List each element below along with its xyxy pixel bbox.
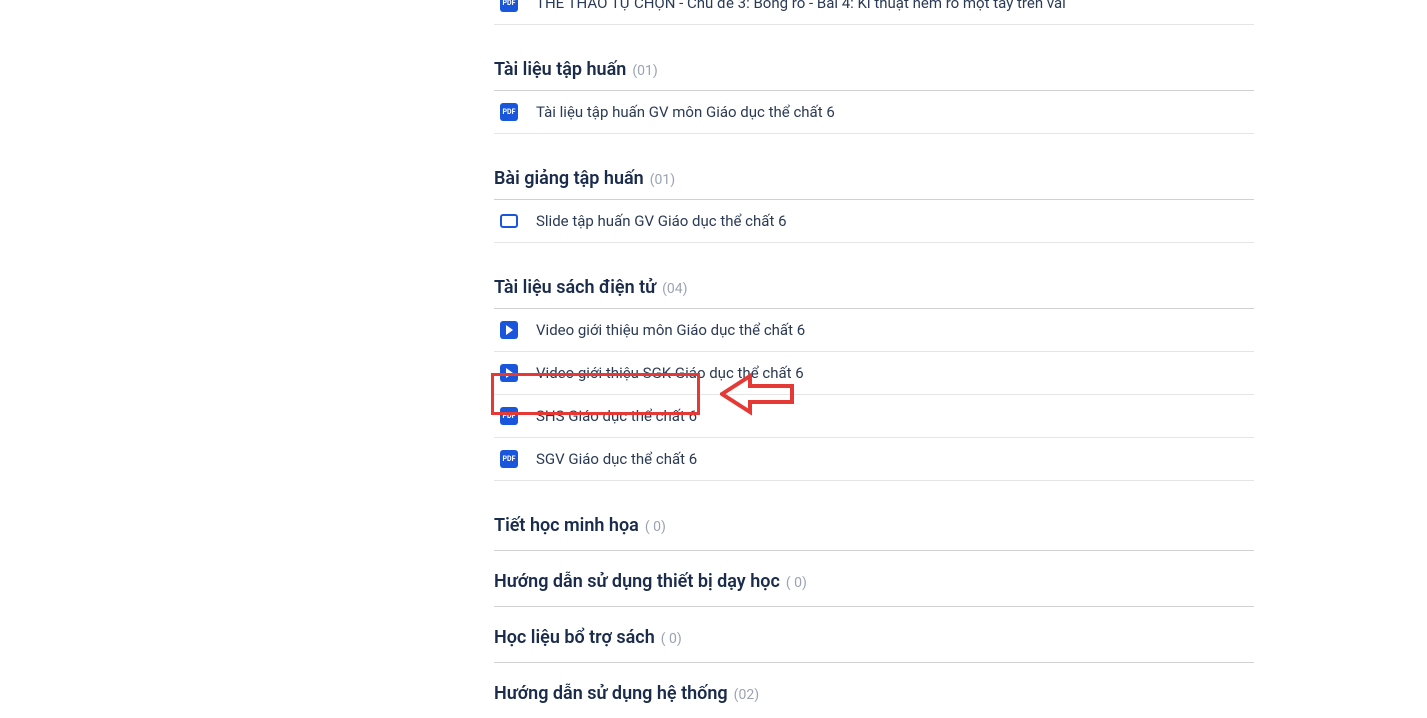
- pdf-icon: PDF: [500, 450, 518, 468]
- item-label: SGV Giáo dục thể chất 6: [536, 450, 697, 468]
- list-item[interactable]: Video giới thiệu SGK Giáo dục thể chất 6: [494, 352, 1254, 395]
- pdf-icon: PDF: [500, 103, 518, 121]
- section-count: ( 0): [786, 575, 807, 591]
- section-header: Tiết học minh họa ( 0): [494, 481, 1254, 551]
- content-area: PDF THỂ THAO TỰ CHỌN - Chủ đề 3: Bóng rổ…: [494, 0, 1254, 718]
- section-header: Học liệu bổ trợ sách ( 0): [494, 607, 1254, 663]
- item-label: SHS Giáo dục thể chất 6: [536, 407, 697, 425]
- section-header: Bài giảng tập huấn (01): [494, 134, 1254, 200]
- section-title: Hướng dẫn sử dụng hệ thống: [494, 683, 728, 704]
- section-count: ( 0): [645, 519, 666, 535]
- section-count: ( 0): [661, 631, 682, 647]
- section-count: (02): [734, 687, 759, 703]
- section-title: Tài liệu tập huấn: [494, 59, 626, 80]
- section-count: (04): [662, 281, 687, 297]
- list-item-highlighted[interactable]: PDF SHS Giáo dục thể chất 6: [494, 395, 1254, 438]
- section-header: Hướng dẫn sử dụng thiết bị dạy học ( 0): [494, 551, 1254, 607]
- section-title: Bài giảng tập huấn: [494, 168, 644, 189]
- item-label: Video giới thiệu SGK Giáo dục thể chất 6: [536, 364, 804, 382]
- section-title: Tiết học minh họa: [494, 515, 639, 536]
- pdf-icon: PDF: [500, 407, 518, 425]
- section-header: Tài liệu tập huấn (01): [494, 25, 1254, 91]
- item-label: Video giới thiệu môn Giáo dục thể chất 6: [536, 321, 805, 339]
- item-label: THỂ THAO TỰ CHỌN - Chủ đề 3: Bóng rổ - B…: [536, 0, 1066, 12]
- pdf-icon: PDF: [500, 0, 518, 12]
- section-count: (01): [650, 172, 675, 188]
- section-header: Hướng dẫn sử dụng hệ thống (02): [494, 663, 1254, 718]
- video-icon: [500, 364, 518, 382]
- section-title: Học liệu bổ trợ sách: [494, 627, 655, 648]
- section-title: Tài liệu sách điện tử: [494, 277, 656, 298]
- section-count: (01): [632, 63, 657, 79]
- section-header: Tài liệu sách điện tử (04): [494, 243, 1254, 309]
- list-item[interactable]: Video giới thiệu môn Giáo dục thể chất 6: [494, 309, 1254, 352]
- item-label: Tài liệu tập huấn GV môn Giáo dục thể ch…: [536, 103, 835, 121]
- slide-icon: [500, 214, 518, 228]
- list-item[interactable]: PDF Tài liệu tập huấn GV môn Giáo dục th…: [494, 91, 1254, 134]
- list-item[interactable]: PDF SGV Giáo dục thể chất 6: [494, 438, 1254, 481]
- list-item[interactable]: PDF THỂ THAO TỰ CHỌN - Chủ đề 3: Bóng rổ…: [494, 0, 1254, 25]
- video-icon: [500, 321, 518, 339]
- list-item[interactable]: Slide tập huấn GV Giáo dục thể chất 6: [494, 200, 1254, 243]
- section-title: Hướng dẫn sử dụng thiết bị dạy học: [494, 571, 780, 592]
- item-label: Slide tập huấn GV Giáo dục thể chất 6: [536, 212, 787, 230]
